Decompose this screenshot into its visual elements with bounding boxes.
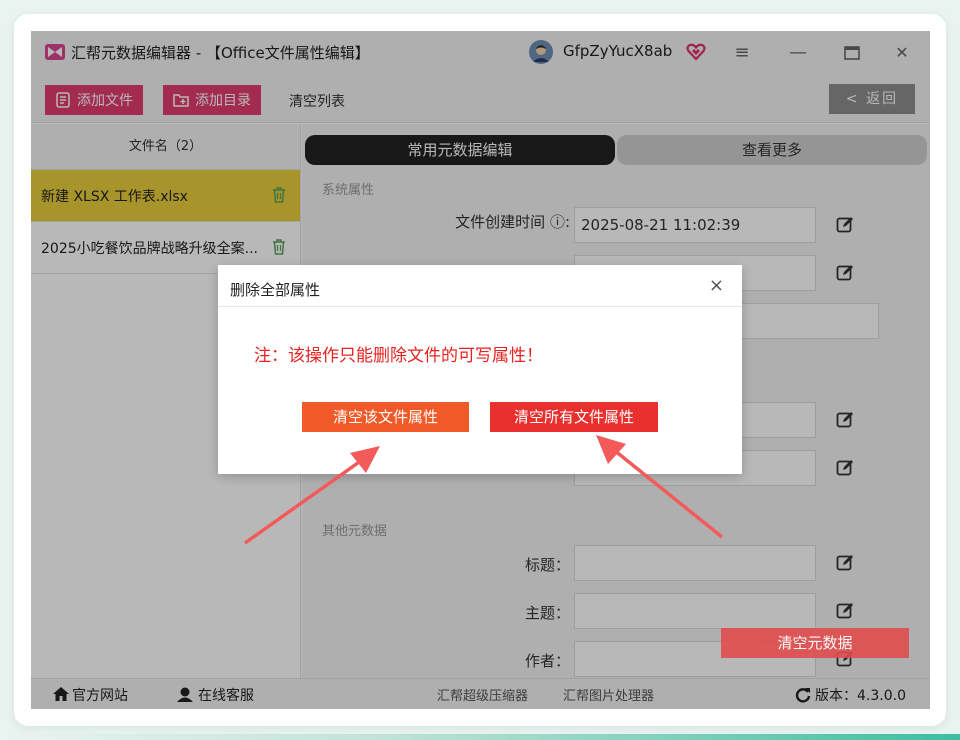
dialog-divider [218,306,742,307]
clear-all-attributes-button[interactable]: 清空所有文件属性 [490,402,658,432]
clear-file-attributes-button[interactable]: 清空该文件属性 [302,402,469,432]
app-window: 汇帮元数据编辑器 - 【Office文件属性编辑】 GfpZyYucX8ab ≡… [31,31,930,709]
delete-all-dialog: 删除全部属性 × 注：该操作只能删除文件的可写属性！ 清空该文件属性 清空所有文… [218,265,742,474]
background-strip [0,734,960,740]
dialog-close-icon[interactable]: × [709,275,724,296]
dialog-warning: 注：该操作只能删除文件的可写属性！ [254,346,543,366]
clear-metadata-button[interactable]: 清空元数据 [721,628,909,658]
dialog-title: 删除全部属性 [230,281,321,299]
